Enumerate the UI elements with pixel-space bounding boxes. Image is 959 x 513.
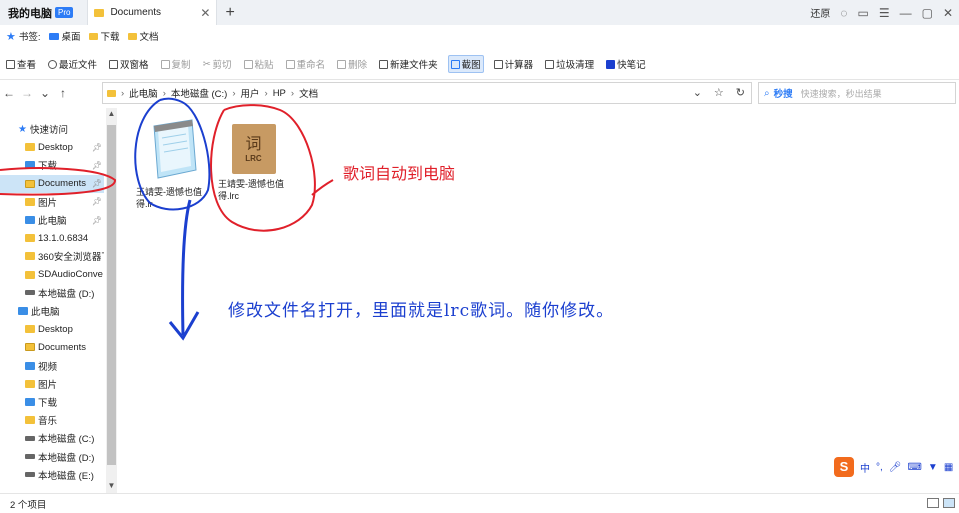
red-sidebar-highlight bbox=[0, 167, 117, 196]
status-bar: 2 个项目 bbox=[0, 493, 959, 513]
blue-ellipse bbox=[134, 97, 211, 211]
ime-toolbar[interactable]: S 中 °, 🎤︎ ⌨ ▼ ▦ bbox=[832, 456, 959, 478]
punctuation-icon[interactable]: °, bbox=[876, 462, 883, 473]
microphone-icon[interactable]: 🎤︎ bbox=[889, 462, 902, 473]
view-toggles bbox=[927, 498, 955, 508]
sogou-logo-icon[interactable]: S bbox=[834, 457, 854, 477]
toolbox-icon[interactable]: ▦ bbox=[944, 462, 953, 473]
red-annotation-text: 歌词自动到电脑 bbox=[343, 164, 456, 183]
skin-shirt-icon[interactable]: ▼ bbox=[928, 462, 938, 473]
details-view-icon[interactable] bbox=[927, 498, 939, 508]
annotation-strokes bbox=[0, 97, 334, 341]
keyboard-icon[interactable]: ⌨ bbox=[907, 462, 921, 473]
blue-arrow-shaft bbox=[181, 199, 192, 336]
red-ellipse bbox=[210, 104, 316, 232]
item-count: 2 个项目 bbox=[10, 499, 47, 511]
ime-mode[interactable]: 中 bbox=[860, 460, 870, 475]
blue-annotation-text: 修改文件名打开，里面就是lrc歌词。随你修改。 bbox=[228, 301, 615, 321]
large-icons-view-icon[interactable] bbox=[943, 498, 955, 508]
